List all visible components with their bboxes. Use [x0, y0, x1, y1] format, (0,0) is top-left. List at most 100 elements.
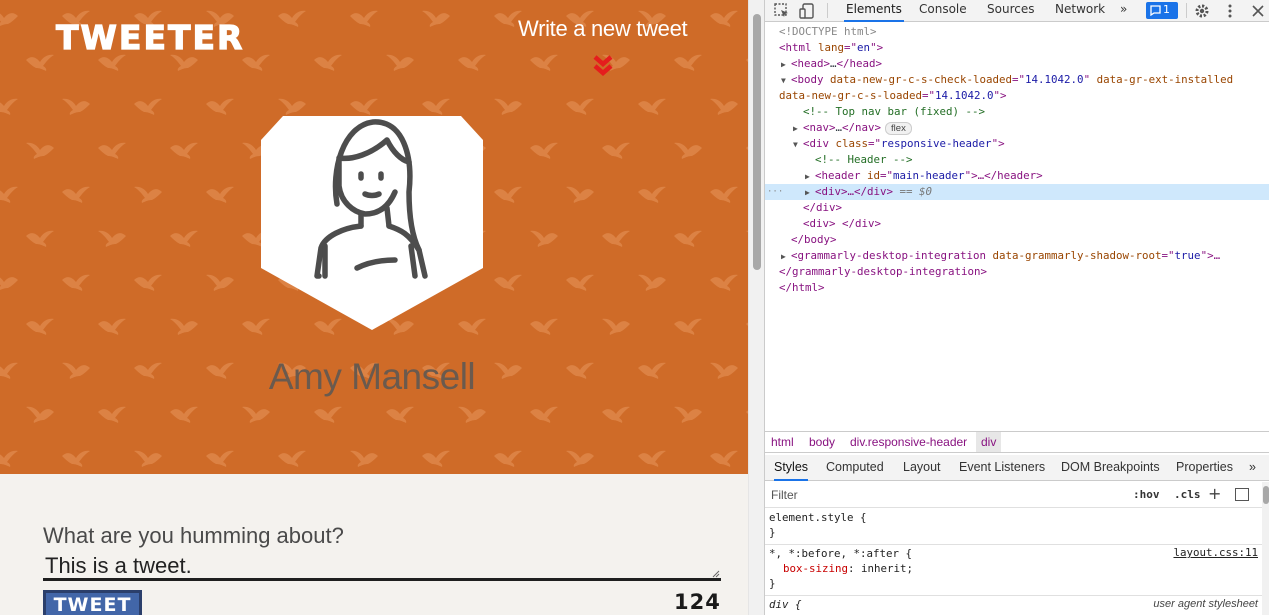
dom-grammarly-close[interactable]: </grammarly-desktop-integration> — [765, 264, 1269, 280]
rule-declaration[interactable]: box-sizing: inherit; — [783, 561, 913, 576]
more-options-icon[interactable] — [1221, 2, 1239, 20]
comment-text: <!-- Header --> — [815, 153, 913, 166]
tab-event-listeners[interactable]: Event Listeners — [959, 455, 1045, 481]
collapse-triangle-icon[interactable]: ▼ — [781, 73, 791, 89]
attr-text: lang — [811, 41, 845, 54]
inspect-element-icon[interactable] — [773, 2, 791, 20]
tab-properties[interactable]: Properties — [1176, 455, 1233, 481]
dom-comment-header[interactable]: <!-- Header --> — [765, 152, 1269, 168]
breadcrumb-div[interactable]: div — [976, 432, 1002, 452]
rule-selector[interactable]: div { — [769, 597, 802, 612]
tweeter-page: TWEETER Write a new tweet Amy Mansell Wh… — [0, 0, 748, 615]
more-subtabs-button[interactable]: » — [1249, 455, 1256, 481]
message-icon — [1150, 5, 1161, 16]
page-scrollbar-thumb[interactable] — [753, 14, 761, 270]
dom-comment-nav[interactable]: <!-- Top nav bar (fixed) --> — [765, 104, 1269, 120]
toolbar-separator — [827, 3, 828, 18]
ua-stylesheet-label: user agent stylesheet — [1153, 598, 1258, 610]
dom-responsive-header-node[interactable]: ▼ <div class="responsive-header"> — [765, 136, 1269, 152]
tab-elements[interactable]: Elements — [844, 0, 904, 22]
gear-icon[interactable] — [1193, 2, 1211, 20]
value-text: responsive-header — [881, 137, 992, 150]
dom-header-node[interactable]: ▶ <header id="main-header">…</header> — [765, 168, 1269, 184]
dom-body-node-cont[interactable]: data-new-gr-c-s-loaded="14.1042.0"> — [765, 88, 1269, 104]
tag-text: "> — [993, 89, 1007, 102]
dom-head-node[interactable]: ▶ <head>…</head> — [765, 56, 1269, 72]
expand-triangle-icon[interactable]: ▶ — [781, 249, 791, 265]
rule-close: } — [769, 577, 776, 590]
tag-text: =" — [1012, 73, 1026, 86]
dom-tree: <!DOCTYPE html> <html lang="en"> ▶ <head>… — [765, 23, 1269, 430]
breadcrumb: html body div.responsive-header div — [765, 431, 1269, 453]
tweet-textarea[interactable] — [43, 553, 721, 581]
dom-doctype[interactable]: <!DOCTYPE html> — [765, 24, 1269, 40]
device-toolbar-icon[interactable] — [798, 2, 816, 20]
toolbar-separator — [1186, 3, 1187, 18]
more-tabs-button[interactable]: » — [1118, 0, 1129, 22]
tag-text: "> — [991, 137, 1005, 150]
dom-html-open[interactable]: <html lang="en"> — [765, 40, 1269, 56]
tag-text: >…</header> — [971, 169, 1043, 182]
toggle-sidebar-icon[interactable] — [1235, 488, 1249, 501]
write-new-tweet-link[interactable]: Write a new tweet — [518, 16, 688, 42]
source-link[interactable]: layout.css:11 — [1173, 546, 1258, 559]
breadcrumb-body[interactable]: body — [809, 435, 835, 449]
breadcrumb-responsive-header[interactable]: div.responsive-header — [850, 435, 967, 449]
flex-badge[interactable]: flex — [885, 122, 912, 135]
comment-text: <!-- Top nav bar (fixed) --> — [803, 105, 986, 118]
dom-nav-node[interactable]: ▶ <nav>…</nav> flex — [765, 120, 1269, 136]
tab-styles[interactable]: Styles — [774, 455, 809, 481]
tab-sources[interactable]: Sources — [985, 0, 1036, 22]
attr-text: data-new-gr-c-s-loaded — [779, 89, 923, 102]
expand-triangle-icon[interactable]: ▶ — [805, 185, 815, 201]
dom-div-close[interactable]: </div> — [765, 200, 1269, 216]
tab-console[interactable]: Console — [917, 0, 969, 22]
devtools-panel: Elements Console Sources Network » 1 <!D… — [764, 0, 1269, 615]
tab-layout[interactable]: Layout — [903, 455, 941, 481]
new-rule-icon[interactable]: + — [1208, 484, 1221, 503]
hover-state-toggle[interactable]: :hov — [1133, 488, 1160, 501]
avatar — [261, 116, 483, 330]
tag-text: </html> — [779, 281, 825, 294]
rule-selector[interactable]: element.style { — [769, 510, 867, 525]
double-chevron-down-icon[interactable] — [592, 54, 614, 78]
tag-text: <div>…</div> — [815, 185, 894, 198]
character-counter: 124 — [674, 590, 721, 614]
universal-rule: *, *:before, *:after { layout.css:11 box… — [765, 545, 1262, 596]
collapse-triangle-icon[interactable]: ▼ — [793, 137, 803, 153]
dom-grammarly-node[interactable]: ▶ <grammarly-desktop-integration data-gra… — [765, 248, 1269, 264]
expand-triangle-icon[interactable]: ▶ — [805, 169, 815, 185]
tag-text: =" — [868, 137, 882, 150]
tag-text: <div> </div> — [803, 217, 882, 230]
breadcrumb-html[interactable]: html — [771, 435, 794, 449]
close-icon[interactable] — [1249, 2, 1267, 20]
dom-empty-div[interactable]: <div> </div> — [765, 216, 1269, 232]
tag-text: =" — [1161, 249, 1175, 262]
resize-grip-icon[interactable] — [712, 570, 720, 578]
value-text: true — [1174, 249, 1201, 262]
rule-selector[interactable]: *, *:before, *:after { — [769, 546, 912, 561]
tag-text: </grammarly-desktop-integration> — [779, 265, 988, 278]
profile-header: TWEETER Write a new tweet Amy Mansell — [0, 0, 748, 474]
dom-body-close[interactable]: </body> — [765, 232, 1269, 248]
expand-triangle-icon[interactable]: ▶ — [793, 121, 803, 137]
styles-scrollbar[interactable] — [1262, 482, 1269, 615]
tweet-button[interactable]: TWEET — [43, 590, 142, 615]
styles-scrollbar-thumb[interactable] — [1263, 486, 1269, 504]
tag-text: <div — [803, 137, 830, 150]
styles-filter-input[interactable] — [768, 485, 1124, 505]
issues-badge[interactable]: 1 — [1146, 2, 1178, 19]
app-logo[interactable]: TWEETER — [55, 17, 244, 57]
user-display-name: Amy Mansell — [268, 356, 476, 397]
row-ellipsis-icon[interactable]: ··· — [767, 184, 783, 200]
dom-body-node[interactable]: ▼ <body data-new-gr-c-s-check-loaded="14.… — [765, 72, 1269, 88]
rule-close: } — [769, 526, 776, 539]
dom-selected-div-node[interactable]: ··· ▶ <div>…</div> == $0 — [765, 184, 1269, 200]
expand-triangle-icon[interactable]: ▶ — [781, 57, 791, 73]
page-scrollbar[interactable] — [748, 0, 764, 615]
tab-network[interactable]: Network — [1053, 0, 1107, 22]
class-toggle[interactable]: .cls — [1174, 488, 1201, 501]
tab-computed[interactable]: Computed — [826, 455, 884, 481]
tab-dom-breakpoints[interactable]: DOM Breakpoints — [1061, 455, 1160, 481]
dom-html-close[interactable]: </html> — [765, 280, 1269, 296]
